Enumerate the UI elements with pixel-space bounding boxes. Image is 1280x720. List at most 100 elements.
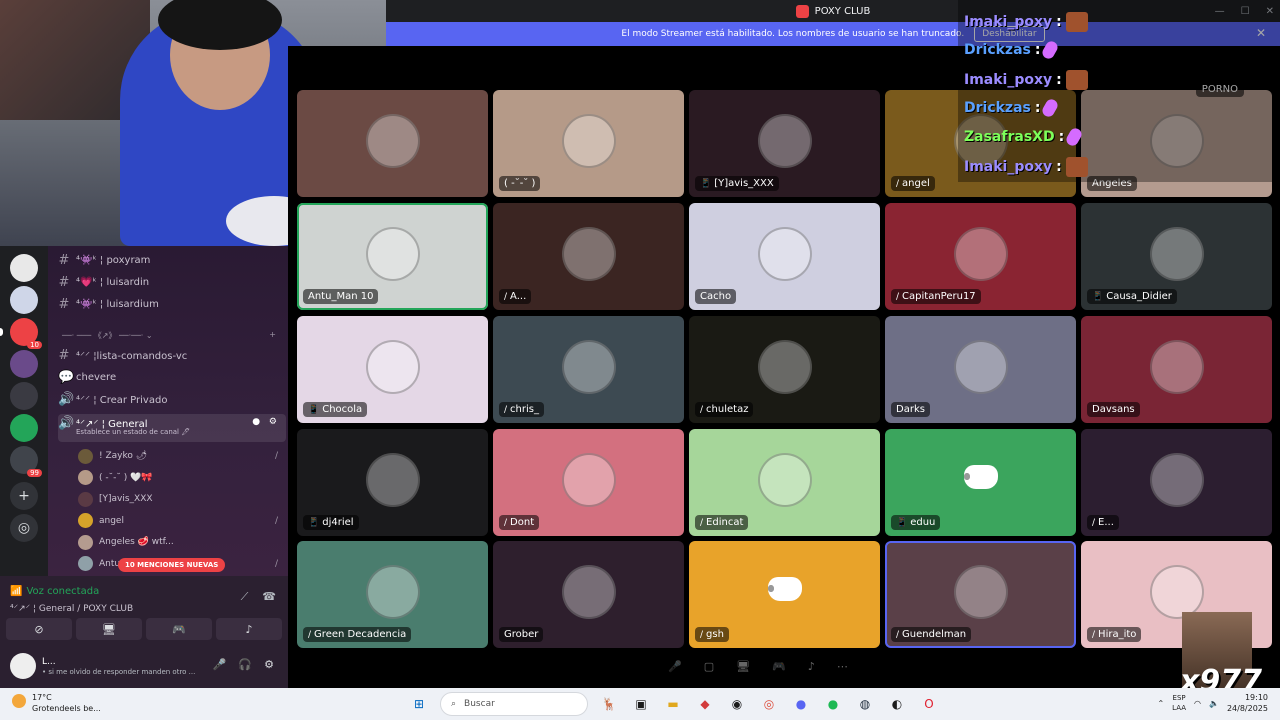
muted-icon: ∕: [700, 517, 704, 528]
server-icon[interactable]: [10, 414, 38, 442]
volume-icon[interactable]: 🔈: [1209, 699, 1219, 708]
channel-actions[interactable]: ● ⚙: [252, 417, 280, 427]
voice-member[interactable]: ( -˘-˘ ) 🤍🎀: [78, 468, 278, 488]
chrome-icon[interactable]: ◎: [758, 693, 780, 715]
antivirus-icon[interactable]: 🦌: [598, 693, 620, 715]
chat-username: ZasafrasXD: [964, 129, 1055, 145]
participant-tile[interactable]: 📱 Chocola: [297, 316, 488, 423]
add-server-icon[interactable]: +: [10, 482, 38, 510]
participant-name-text: [Y]avis_XXX: [714, 178, 774, 189]
server-icon[interactable]: [10, 350, 38, 378]
text-channel[interactable]: # ⁴👾ᵏ ¦ luisardium: [58, 294, 286, 314]
language-indicator[interactable]: ESP LAA: [1172, 693, 1186, 713]
headphones-icon[interactable]: 🎧: [238, 658, 252, 671]
screenshare-icon[interactable]: 🖥: [736, 660, 750, 673]
participant-tile[interactable]: ∕ CapitanPeru17: [885, 203, 1076, 310]
voice-channel-path[interactable]: ⁴⸍↗⸍ ¦ General / POXY CLUB: [10, 601, 133, 614]
channel[interactable]: 💬 chevere: [58, 367, 286, 387]
camera-icon[interactable]: ▢: [704, 660, 714, 673]
voice-member[interactable]: [Y]avis_XXX: [78, 489, 278, 509]
participant-tile[interactable]: ∕ A...: [493, 203, 684, 310]
avatar[interactable]: [10, 653, 36, 679]
participant-tile[interactable]: Darks: [885, 316, 1076, 423]
participant-tile[interactable]: ∕ Dont: [493, 429, 684, 536]
obs-icon[interactable]: ◐: [886, 693, 908, 715]
voice-member[interactable]: Angeles 🥩 wtf...: [78, 532, 278, 552]
avatar: [78, 448, 93, 464]
activities-button[interactable]: 🎮: [146, 618, 212, 640]
participant-tile[interactable]: ∕ E...: [1081, 429, 1272, 536]
member-name: [Y]avis_XXX: [99, 494, 153, 504]
channel-label: ⁴⸍⸍ ¦lista-comandos-vc: [76, 351, 188, 362]
channel-status-prompt[interactable]: Establece un estado de canal 🖊: [76, 428, 190, 436]
spotify-icon[interactable]: ●: [822, 693, 844, 715]
chevron-up-icon[interactable]: ⌃: [1157, 699, 1164, 708]
windows-start-icon[interactable]: ⊞: [408, 693, 430, 715]
participant-tile[interactable]: ∕ chris_: [493, 316, 684, 423]
opera-icon[interactable]: O: [918, 693, 940, 715]
participant-tile[interactable]: 📱 eduu: [885, 429, 1076, 536]
participant-name: ( -˘-˘ ): [499, 176, 541, 191]
weather-widget[interactable]: 17°C Grotendeels be...: [12, 692, 101, 714]
microphone-icon[interactable]: 🎤: [213, 658, 227, 671]
participant-tile[interactable]: ( -˘-˘ ): [493, 90, 684, 197]
gear-icon[interactable]: ⚙: [264, 658, 274, 671]
wifi-icon[interactable]: ◠: [1194, 699, 1201, 708]
activities-icon[interactable]: 🎮: [772, 660, 786, 673]
server-icon[interactable]: [10, 286, 38, 314]
more-icon[interactable]: ⋯: [837, 660, 848, 673]
steam-icon[interactable]: ◍: [854, 693, 876, 715]
participant-tile[interactable]: ∕ Edincat: [689, 429, 880, 536]
member-name: ! Zayko 🌶: [99, 451, 148, 461]
task-view-icon[interactable]: ▣: [630, 693, 652, 715]
text-channel[interactable]: # ⁴💗ᵏ ¦ luisardin: [58, 272, 286, 292]
file-explorer-icon[interactable]: ▬: [662, 693, 684, 715]
participant-tile[interactable]: 📱 [Y]avis_XXX: [689, 90, 880, 197]
participant-tile[interactable]: [297, 90, 488, 197]
channel[interactable]: 🔊 ⁴⸍⸍ ¦ Crear Privado: [58, 389, 286, 409]
server-icon[interactable]: [10, 254, 38, 282]
participant-tile[interactable]: Antu_Man 10: [297, 203, 488, 310]
participant-tile[interactable]: Davsans: [1081, 316, 1272, 423]
participant-tile[interactable]: Grober: [493, 541, 684, 648]
chat-message: ZasafrasXD:: [964, 126, 1084, 148]
participant-tile[interactable]: ∕ Guendelman: [885, 541, 1076, 648]
xbox-icon[interactable]: ◉: [726, 693, 748, 715]
microphone-icon[interactable]: 🎤: [668, 660, 682, 673]
text-channel[interactable]: # ⁴👾ᵏ ¦ poxyram: [58, 250, 286, 270]
server-icon[interactable]: [10, 318, 42, 349]
noise-suppression-icon[interactable]: ⟋: [241, 590, 249, 604]
participant-tile[interactable]: ∕ gsh: [689, 541, 880, 648]
discover-icon[interactable]: ◎: [10, 514, 38, 542]
participant-tile[interactable]: Cacho: [689, 203, 880, 310]
camera-button[interactable]: ⊘: [6, 618, 72, 640]
taskbar-search[interactable]: ⌕ Buscar: [440, 692, 588, 716]
soundboard-button[interactable]: ♪: [216, 618, 282, 640]
new-mentions-badge[interactable]: 10 MENCIONES NUEVAS: [118, 558, 226, 572]
avatar: [365, 339, 420, 394]
voice-member[interactable]: ! Zayko 🌶 ∕: [78, 446, 278, 466]
avatar: [953, 564, 1008, 619]
voice-member[interactable]: angel ∕: [78, 511, 278, 531]
add-channel-icon[interactable]: +: [269, 330, 276, 341]
channel-category[interactable]: ──· ─── 《↗》 ──·──· ⌄ +: [62, 330, 276, 341]
server-icon[interactable]: [10, 446, 42, 477]
server-icon[interactable]: [10, 382, 38, 410]
participant-name: Antu_Man 10: [303, 289, 379, 304]
participant-tile[interactable]: 📱 dj4riel: [297, 429, 488, 536]
channel[interactable]: # ⁴⸍⸍ ¦lista-comandos-vc: [58, 345, 286, 365]
avatar: [78, 513, 93, 528]
participant-tile[interactable]: ∕ chuletaz: [689, 316, 880, 423]
app-red-icon[interactable]: ◆: [694, 693, 716, 715]
user-info[interactable]: L... • si me olvido de responder manden …: [42, 656, 195, 676]
disconnect-icon[interactable]: ☎: [262, 590, 276, 604]
channel-general[interactable]: 🔊 ⁴⸍↗⸍ ¦ General Establece un estado de …: [58, 414, 286, 442]
soundboard-icon[interactable]: ♪: [808, 660, 815, 673]
muted-icon: ∕: [1092, 517, 1096, 528]
screenshare-button[interactable]: 🖥: [76, 618, 142, 640]
clock[interactable]: 19:10 24/8/2025: [1227, 692, 1268, 714]
participant-tile[interactable]: ∕ Green Decadencia: [297, 541, 488, 648]
mobile-icon: 📱: [700, 178, 712, 189]
discord-icon[interactable]: ●: [790, 693, 812, 715]
participant-tile[interactable]: 📱 Causa_Didier: [1081, 203, 1272, 310]
